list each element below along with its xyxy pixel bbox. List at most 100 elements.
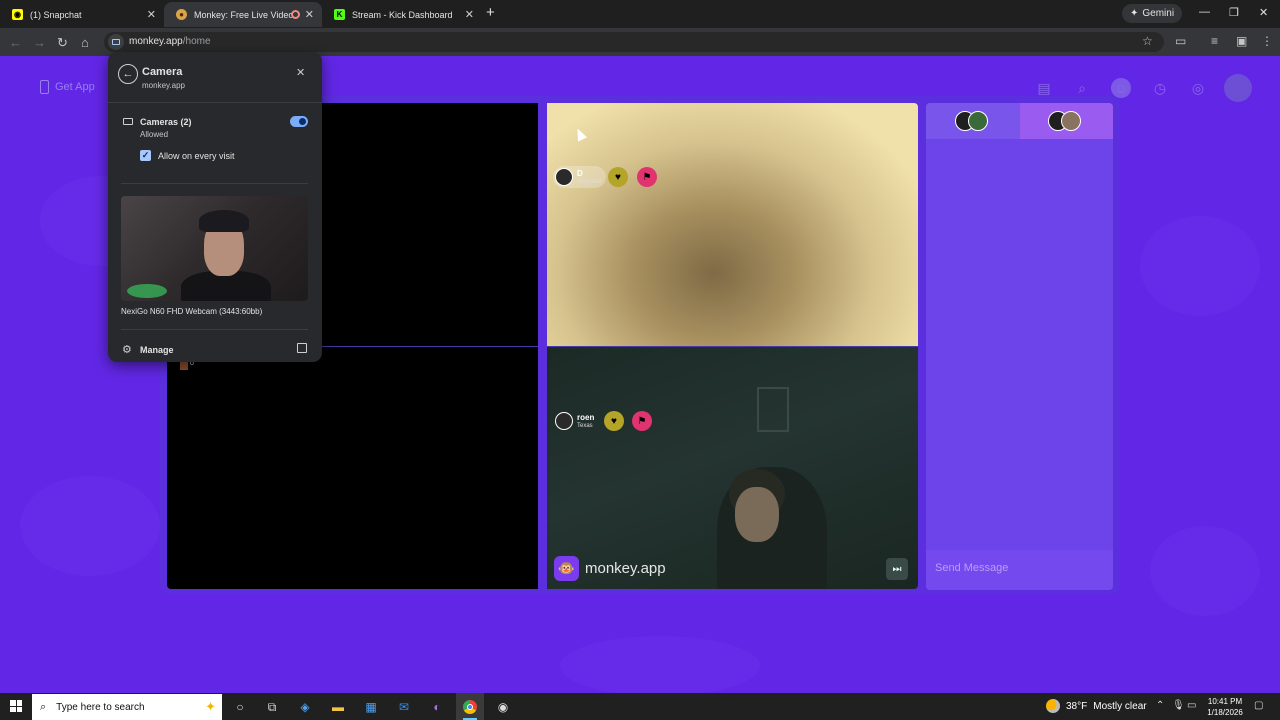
user-pill-roen[interactable]: roen Texas — [553, 410, 598, 432]
obs-icon[interactable]: ◉ — [494, 698, 512, 716]
monkey-logo-icon: 🐵 — [554, 556, 579, 581]
report-badge-icon[interactable]: ⚑ — [632, 411, 652, 431]
search-placeholder: Type here to search — [56, 701, 145, 713]
chat-tab-partner-2[interactable] — [1019, 103, 1113, 139]
background-blob — [1140, 216, 1260, 316]
notification-icon[interactable]: ▢ — [1254, 700, 1263, 711]
address-bar[interactable] — [104, 32, 1164, 52]
background-blob — [20, 476, 160, 576]
forward-button[interactable]: → — [33, 35, 46, 50]
weather-widget[interactable]: 38°F Mostly clear — [1046, 699, 1147, 713]
wall-frame — [757, 387, 789, 432]
heart-badge-icon[interactable]: ♥ — [604, 411, 624, 431]
close-window-button[interactable]: ✕ — [1259, 6, 1268, 19]
close-icon[interactable]: ✕ — [296, 66, 305, 79]
copilot-icon[interactable]: ◈ — [296, 698, 314, 716]
user-pill-d[interactable]: D Maryland — [553, 166, 606, 188]
cortana-icon[interactable]: ○ — [231, 698, 249, 716]
skip-button[interactable]: ⏭ — [886, 558, 908, 580]
microphone-icon[interactable]: 🎙 — [1172, 700, 1185, 711]
divider — [108, 102, 322, 103]
restore-button[interactable]: ❐ — [1229, 6, 1239, 19]
store-icon[interactable]: ▦ — [362, 698, 380, 716]
chrome-icon[interactable] — [461, 698, 479, 716]
mail-icon[interactable]: ✉ — [395, 698, 413, 716]
minimize-button[interactable]: — — [1199, 6, 1210, 18]
watermark-text: monkey.app — [585, 560, 666, 577]
external-link-icon[interactable] — [297, 343, 307, 353]
chat-panel: Send Message — [926, 103, 1113, 590]
avatar-friends-icon[interactable]: ☺ — [1111, 78, 1131, 98]
system-clock[interactable]: 10:41 PM 1/18/2026 — [1200, 696, 1250, 718]
taskbar-search[interactable]: ⌕ Type here to search ✦ — [32, 694, 222, 720]
gear-icon: ⚙ — [122, 344, 132, 356]
search-icon[interactable]: ⌕ — [1072, 78, 1092, 98]
self-video-bottom — [167, 346, 538, 589]
site-info-camera-icon[interactable] — [108, 34, 124, 50]
profile-avatar[interactable] — [1224, 74, 1252, 102]
cast-icon[interactable]: ▭ — [1175, 34, 1186, 48]
tab-title: (1) Snapchat — [30, 9, 82, 20]
cameras-status: Allowed — [140, 130, 169, 139]
chat-bubble-icon[interactable]: ◎ — [1188, 78, 1208, 98]
task-view-icon[interactable]: ⧉ — [263, 698, 281, 716]
close-tab-icon[interactable]: ✕ — [305, 8, 314, 21]
webcam-name: NexiGo N60 FHD Webcam (3443:60bb) — [121, 307, 263, 316]
weather-icon — [1046, 699, 1060, 713]
gemini-label: Gemini — [1142, 8, 1175, 19]
back-arrow-icon[interactable]: ← — [118, 64, 138, 84]
tab-monkey[interactable]: ● Monkey: Free Live Video Cl ✕ — [164, 2, 322, 27]
file-explorer-icon[interactable]: ▬ — [329, 698, 347, 716]
get-app-label: Get App — [55, 81, 95, 93]
heart-badge-icon[interactable]: ♥ — [608, 167, 628, 187]
tab-title: Stream - Kick Dashboard — [352, 9, 453, 20]
weather-text: Mostly clear — [1093, 700, 1147, 712]
manage-link[interactable]: Manage — [140, 345, 174, 355]
tab-kick[interactable]: K Stream - Kick Dashboard ✕ — [322, 2, 482, 27]
menu-kebab-icon[interactable]: ⋮ — [1261, 34, 1273, 48]
home-button[interactable]: ⌂ — [81, 35, 89, 50]
camera-icon — [123, 118, 133, 125]
background-blob — [1150, 526, 1260, 616]
divider — [121, 329, 308, 330]
back-button[interactable]: ← — [9, 35, 22, 50]
send-message-input[interactable]: Send Message — [926, 550, 1113, 590]
extensions-icon[interactable]: ▣ — [1236, 34, 1247, 48]
face-shape — [735, 487, 779, 542]
bookmark-star-icon[interactable]: ☆ — [1142, 34, 1153, 48]
tab-snapchat[interactable]: ◉ (1) Snapchat ✕ — [0, 2, 164, 27]
windows-start-icon[interactable] — [10, 700, 22, 712]
gemini-button[interactable]: ✦ Gemini — [1122, 4, 1183, 23]
shop-icon[interactable]: ▤ — [1034, 78, 1054, 98]
background-blob — [560, 636, 760, 693]
get-app-link[interactable]: Get App — [40, 80, 95, 94]
avatar — [555, 412, 573, 430]
history-icon[interactable]: ◷ — [1150, 78, 1170, 98]
tab-title: Monkey: Free Live Video Cl — [194, 9, 294, 20]
user-location: Maryland — [577, 178, 602, 185]
allow-every-visit-label: Allow on every visit — [158, 151, 235, 161]
chat-tab-partner-1[interactable] — [926, 103, 1020, 139]
messenger-icon[interactable]: ◐ — [428, 698, 446, 716]
allow-every-visit-checkbox[interactable]: ✓ — [140, 150, 151, 161]
camera-permission-toggle[interactable] — [290, 116, 308, 127]
new-tab-button[interactable]: + — [486, 4, 495, 21]
report-badge-icon[interactable]: ⚑ — [637, 167, 657, 187]
search-icon: ⌕ — [40, 700, 47, 713]
media-controls-icon[interactable]: ≡ — [1211, 34, 1218, 48]
close-tab-icon[interactable]: ✕ — [147, 8, 156, 21]
close-tab-icon[interactable]: ✕ — [465, 8, 474, 21]
reload-button[interactable]: ↻ — [57, 35, 68, 51]
partner-video-bottom — [547, 346, 918, 589]
tray-chevron-icon[interactable]: ⌃ — [1156, 700, 1164, 711]
url-text[interactable]: monkey.app/home — [129, 36, 211, 47]
monkey-watermark: 🐵 monkey.app — [554, 556, 666, 581]
divider — [121, 183, 308, 184]
popup-title: Camera — [142, 66, 183, 78]
clock-date: 1/18/2026 — [1207, 708, 1243, 717]
user-name: D — [577, 168, 583, 178]
camera-permission-popup: ← Camera monkey.app ✕ Cameras (2) Allowe… — [108, 52, 322, 362]
user-info: D Maryland — [577, 168, 602, 185]
network-icon[interactable]: ▭ — [1187, 700, 1196, 711]
avatar-pair — [954, 111, 991, 131]
